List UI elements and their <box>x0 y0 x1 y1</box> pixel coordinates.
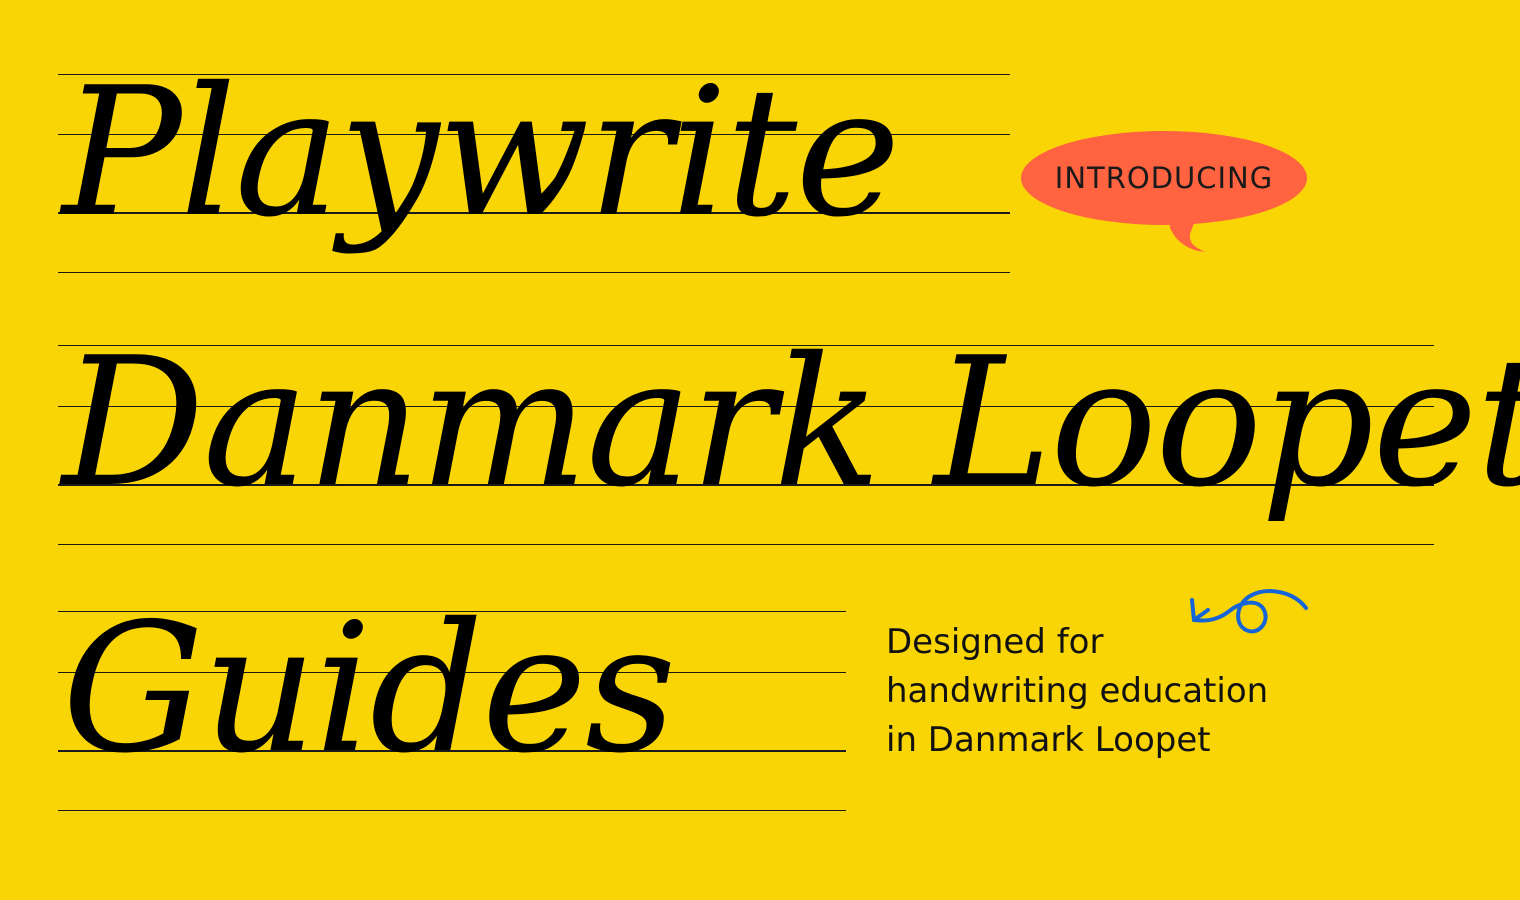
introducing-badge: INTRODUCING <box>1020 130 1308 252</box>
guide-line <box>58 272 1010 273</box>
tagline-line-1: Designed for <box>886 622 1104 662</box>
title-line-1: Playwrite <box>62 49 901 256</box>
badge-label: INTRODUCING <box>1054 161 1274 195</box>
tagline-line-3: in Danmark Loopet <box>886 720 1211 760</box>
title-line-2: Danmark Loopet <box>62 319 1520 526</box>
title-line-3: Guides <box>62 585 676 792</box>
guide-line <box>58 544 1434 545</box>
guide-line <box>58 810 846 811</box>
tagline: Designed for handwriting education in Da… <box>886 618 1306 765</box>
tagline-line-2: handwriting education <box>886 671 1269 711</box>
